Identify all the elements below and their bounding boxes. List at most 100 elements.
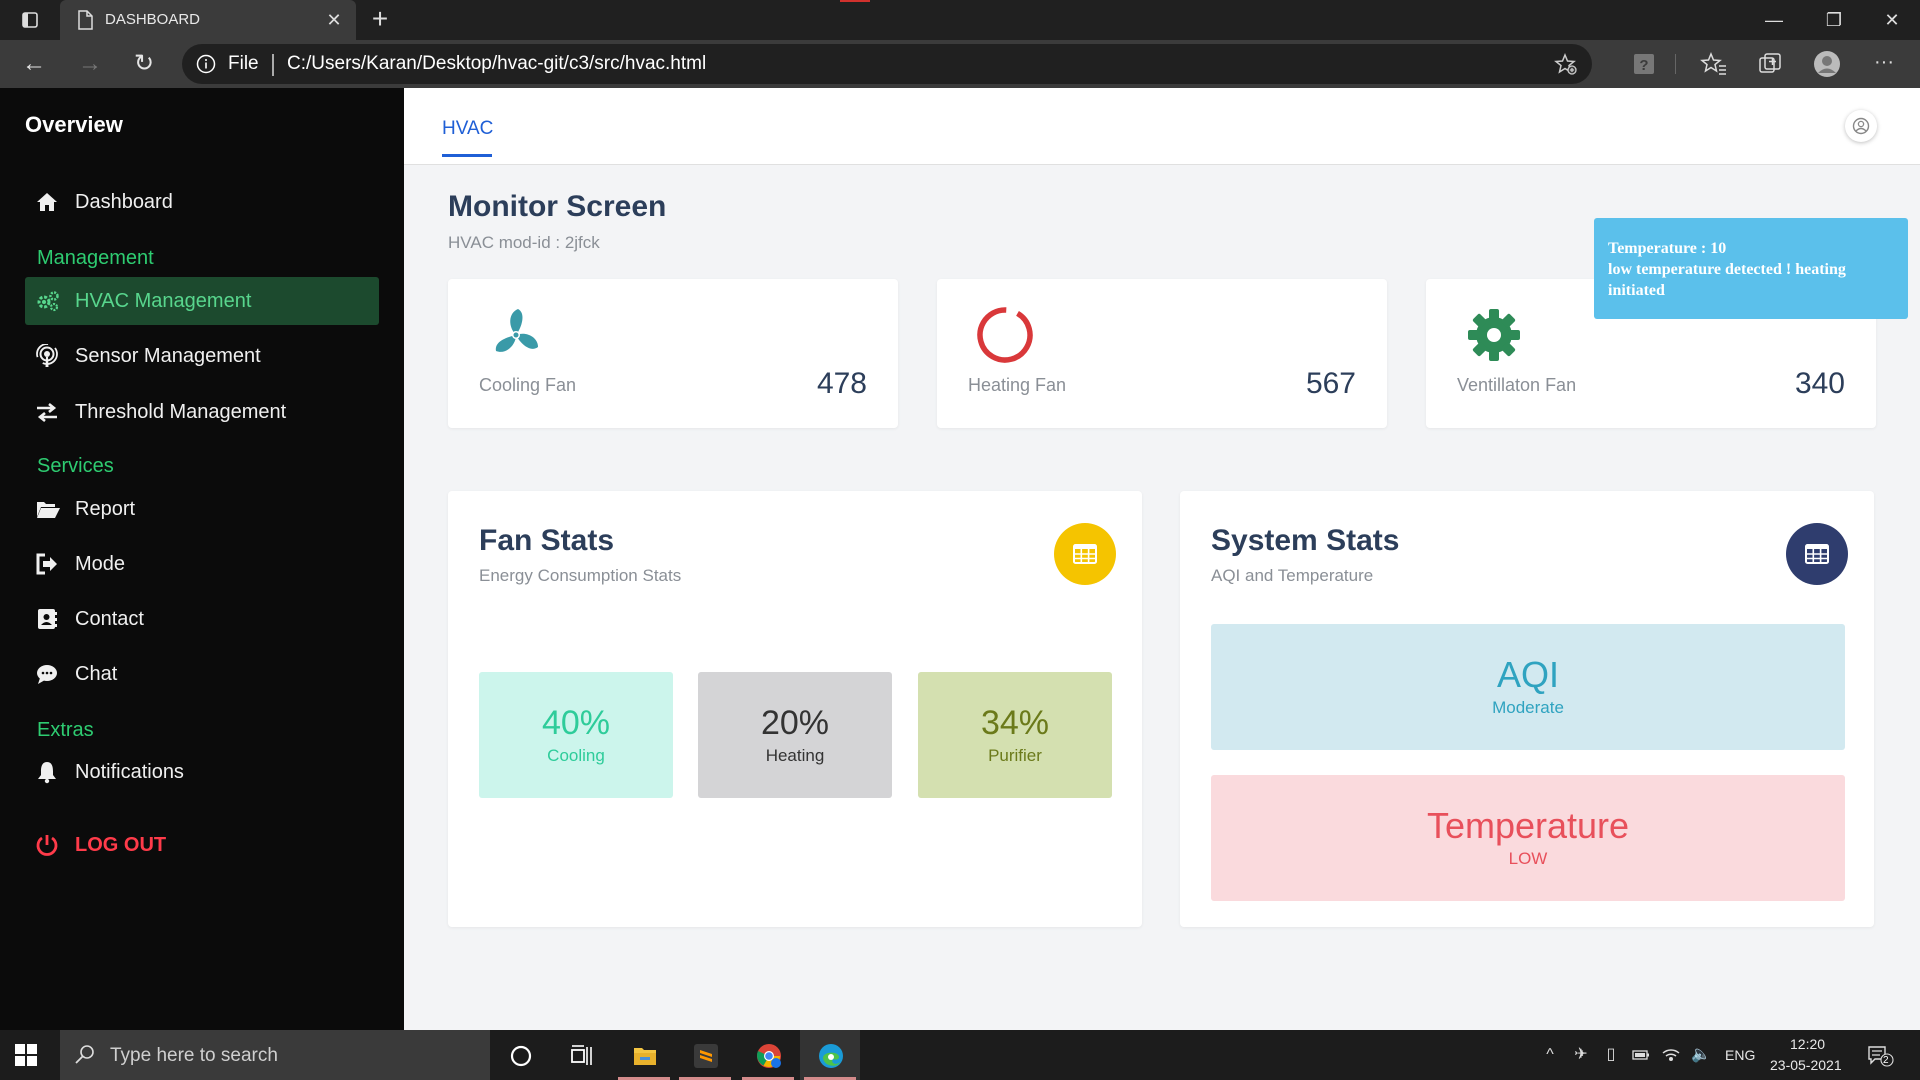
notification-count: 2 [1883, 1055, 1889, 1066]
new-tab-button[interactable]: + [366, 5, 394, 34]
browser-titlebar: DASHBOARD ✕ + — ❐ ✕ [0, 0, 1920, 40]
url-text[interactable]: C:/Users/Karan/Desktop/hvac-git/c3/src/h… [287, 53, 706, 75]
chevron-up-icon[interactable]: ^ [1540, 1045, 1560, 1065]
fan-label: Heating Fan [968, 375, 1067, 395]
stat-value: 20% [760, 704, 830, 742]
tab-hvac[interactable]: HVAC [442, 118, 493, 140]
purifier-stat-tile: 34% Purifier [918, 672, 1112, 798]
sidebar-item-label: Sensor Management [75, 345, 261, 367]
close-tab-icon[interactable]: ✕ [322, 8, 346, 32]
sidebar-item-label: HVAC Management [75, 290, 252, 312]
toolbar-divider [1675, 54, 1676, 74]
toast-message: Temperature : 10 low temperature detecte… [1608, 238, 1898, 301]
profile-avatar-icon[interactable] [1813, 50, 1841, 78]
sidebar-brand[interactable]: Overview [25, 112, 123, 138]
tab-actions-icon[interactable] [20, 10, 40, 30]
battery-icon[interactable] [1631, 1045, 1651, 1065]
aqi-value: AQI [1496, 654, 1559, 695]
aqi-label: Moderate [1492, 698, 1564, 717]
titlebar-accent [840, 0, 870, 2]
heating-stat-tile: 20% Heating [698, 672, 892, 798]
collections-icon[interactable] [1756, 50, 1784, 78]
device-icon[interactable]: ▯ [1601, 1045, 1621, 1065]
network-icon[interactable] [1661, 1045, 1681, 1065]
folder-open-icon [35, 497, 60, 521]
stat-label: Heating [765, 746, 825, 765]
forward-button[interactable]: → [74, 48, 106, 80]
sidebar-item-threshold-management[interactable]: Threshold Management [25, 388, 379, 436]
sidebar-item-chat[interactable]: Chat [25, 650, 379, 698]
sidebar-section-management: Management [37, 247, 154, 269]
close-window-button[interactable]: ✕ [1864, 0, 1920, 40]
sidebar-item-notifications[interactable]: Notifications [25, 748, 379, 796]
table-icon [1073, 544, 1097, 564]
sidebar-item-report[interactable]: Report [25, 485, 379, 533]
fan-stats-title: Fan Stats [479, 524, 615, 557]
sidebar-item-label: Chat [75, 663, 118, 685]
clock-date[interactable]: 23-05-2021 [1770, 1057, 1842, 1073]
sidebar-item-contact[interactable]: Contact [25, 595, 379, 643]
favorites-icon[interactable] [1700, 50, 1728, 78]
windows-taskbar: Type here to search ^ ✈ ▯ 🔈 ENG 12:20 23… [0, 1030, 1920, 1080]
fan-value: 567 [1305, 367, 1356, 400]
more-options-icon[interactable]: ··· [1870, 50, 1898, 78]
language-indicator[interactable]: ENG [1725, 1047, 1755, 1063]
broadcast-icon [35, 343, 59, 368]
browser-tab[interactable]: DASHBOARD ✕ [60, 0, 356, 40]
fan-stats-table-button[interactable] [1054, 523, 1116, 585]
system-stats-title: System Stats [1211, 524, 1400, 557]
loading-ring-icon [975, 305, 1035, 365]
taskbar-search[interactable]: Type here to search [60, 1030, 490, 1080]
browser-toolbar: ← → ↻ File C:/Users/Karan/Desktop/hvac-g… [0, 40, 1920, 88]
windows-start-icon[interactable] [14, 1043, 38, 1067]
fan-stats-card: Fan Stats Energy Consumption Stats 40% C… [448, 491, 1142, 927]
user-profile-icon[interactable] [1845, 110, 1877, 142]
logout-button[interactable]: LOG OUT [25, 821, 379, 869]
cooling-fan-card: Cooling Fan 478 [448, 279, 898, 428]
document-icon [74, 9, 96, 31]
aqi-tile: AQI Moderate [1211, 624, 1845, 750]
gear-icon [1464, 305, 1524, 365]
back-button[interactable]: ← [18, 48, 50, 80]
sublime-text-icon[interactable] [675, 1030, 735, 1080]
sidebar-item-sensor-management[interactable]: Sensor Management [25, 332, 379, 380]
file-explorer-icon[interactable] [614, 1030, 674, 1080]
extension-icon[interactable]: ? [1630, 50, 1658, 78]
cortana-icon[interactable] [490, 1030, 550, 1080]
sidebar-item-label: Report [75, 498, 136, 520]
tab-title: DASHBOARD [105, 11, 201, 28]
stat-value: 40% [541, 704, 611, 742]
temperature-tile: Temperature LOW [1211, 775, 1845, 901]
sidebar-item-label: Notifications [75, 761, 184, 783]
info-icon[interactable] [196, 54, 216, 74]
system-stats-table-button[interactable] [1786, 523, 1848, 585]
temperature-alert-toast[interactable]: Temperature : 10 low temperature detecte… [1594, 218, 1908, 319]
chrome-icon[interactable] [738, 1030, 798, 1080]
toast-line-message: low temperature detected ! heating initi… [1608, 261, 1846, 299]
volume-icon[interactable]: 🔈 [1691, 1045, 1711, 1065]
address-bar[interactable]: File C:/Users/Karan/Desktop/hvac-git/c3/… [182, 44, 1592, 84]
airplane-icon[interactable]: ✈ [1571, 1045, 1591, 1065]
exchange-icon [35, 400, 59, 424]
add-favorite-icon[interactable] [1554, 52, 1578, 76]
sidebar-item-dashboard[interactable]: Dashboard [25, 178, 379, 226]
notification-center-icon[interactable]: 2 [1866, 1045, 1896, 1067]
task-view-icon[interactable] [550, 1030, 610, 1080]
sidebar-item-mode[interactable]: Mode [25, 540, 379, 588]
minimize-button[interactable]: — [1746, 0, 1802, 40]
top-navbar: HVAC [404, 88, 1920, 165]
home-icon [35, 190, 59, 214]
maximize-button[interactable]: ❐ [1806, 0, 1862, 40]
stat-label: Cooling [547, 746, 605, 765]
refresh-button[interactable]: ↻ [128, 48, 160, 80]
edge-icon[interactable] [800, 1030, 860, 1080]
address-scheme-label: File [228, 53, 259, 74]
search-placeholder: Type here to search [110, 1045, 278, 1066]
sidebar-item-hvac-management[interactable]: HVAC Management [25, 277, 379, 325]
stat-label: Purifier [988, 746, 1042, 765]
gears-icon [35, 289, 59, 313]
search-icon [74, 1044, 96, 1066]
fan-value: 478 [816, 367, 867, 400]
clock-time[interactable]: 12:20 [1790, 1036, 1825, 1052]
logout-label: LOG OUT [75, 834, 167, 856]
